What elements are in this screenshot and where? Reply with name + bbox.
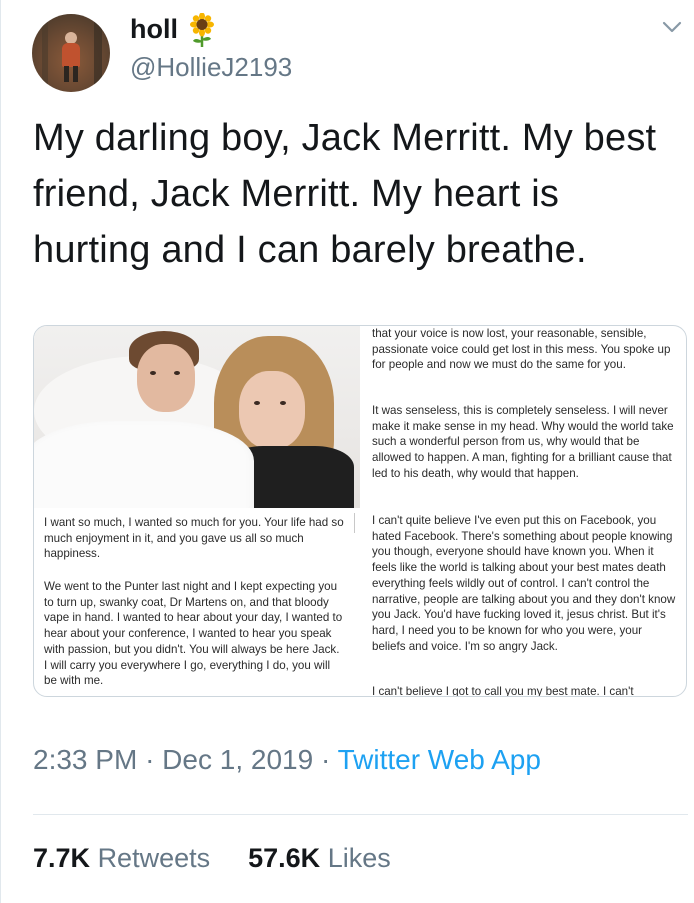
tweet-date[interactable]: Dec 1, 2019 — [162, 744, 313, 775]
meta-separator: · — [320, 744, 331, 775]
tweet-meta: 2:33 PM · Dec 1, 2019 · Twitter Web App — [33, 744, 541, 776]
retweets-label: Retweets — [97, 843, 211, 873]
tweet-text: My darling boy, Jack Merritt. My best fr… — [33, 117, 657, 271]
letter-paragraph: I can't believe I got to call you my bes… — [372, 685, 634, 697]
avatar[interactable] — [32, 14, 110, 92]
letter-paragraph: I want so much, I wanted so much for you… — [44, 516, 344, 561]
chevron-down-icon[interactable] — [662, 20, 682, 34]
display-name[interactable]: holl — [130, 14, 178, 45]
letter-paragraph: I can't quite believe I've even put this… — [372, 514, 676, 653]
retweets-stat[interactable]: 7.7K Retweets — [33, 843, 210, 873]
sunflower-emoji-icon — [190, 13, 214, 47]
column-divider — [354, 513, 355, 533]
tweet-stats: 7.7K Retweets 57.6K Likes — [33, 843, 391, 874]
retweets-count: 7.7K — [33, 843, 91, 873]
letter-paragraph: that your voice is now lost, your reason… — [372, 327, 671, 372]
divider — [33, 814, 688, 815]
couple-photo — [34, 326, 360, 508]
letter-paragraph: We went to the Punter last night and I k… — [44, 580, 343, 688]
left-border — [0, 0, 1, 903]
tweet-time[interactable]: 2:33 PM — [33, 744, 137, 775]
likes-stat[interactable]: 57.6K Likes — [248, 843, 391, 873]
likes-label: Likes — [327, 843, 391, 873]
attached-image[interactable]: I want so much, I wanted so much for you… — [33, 325, 687, 697]
user-handle[interactable]: @HollieJ2193 — [130, 52, 292, 83]
likes-count: 57.6K — [248, 843, 321, 873]
letter-paragraph: It was senseless, this is completely sen… — [372, 404, 674, 480]
meta-separator: · — [145, 744, 155, 775]
source-app-link[interactable]: Twitter Web App — [338, 744, 541, 775]
